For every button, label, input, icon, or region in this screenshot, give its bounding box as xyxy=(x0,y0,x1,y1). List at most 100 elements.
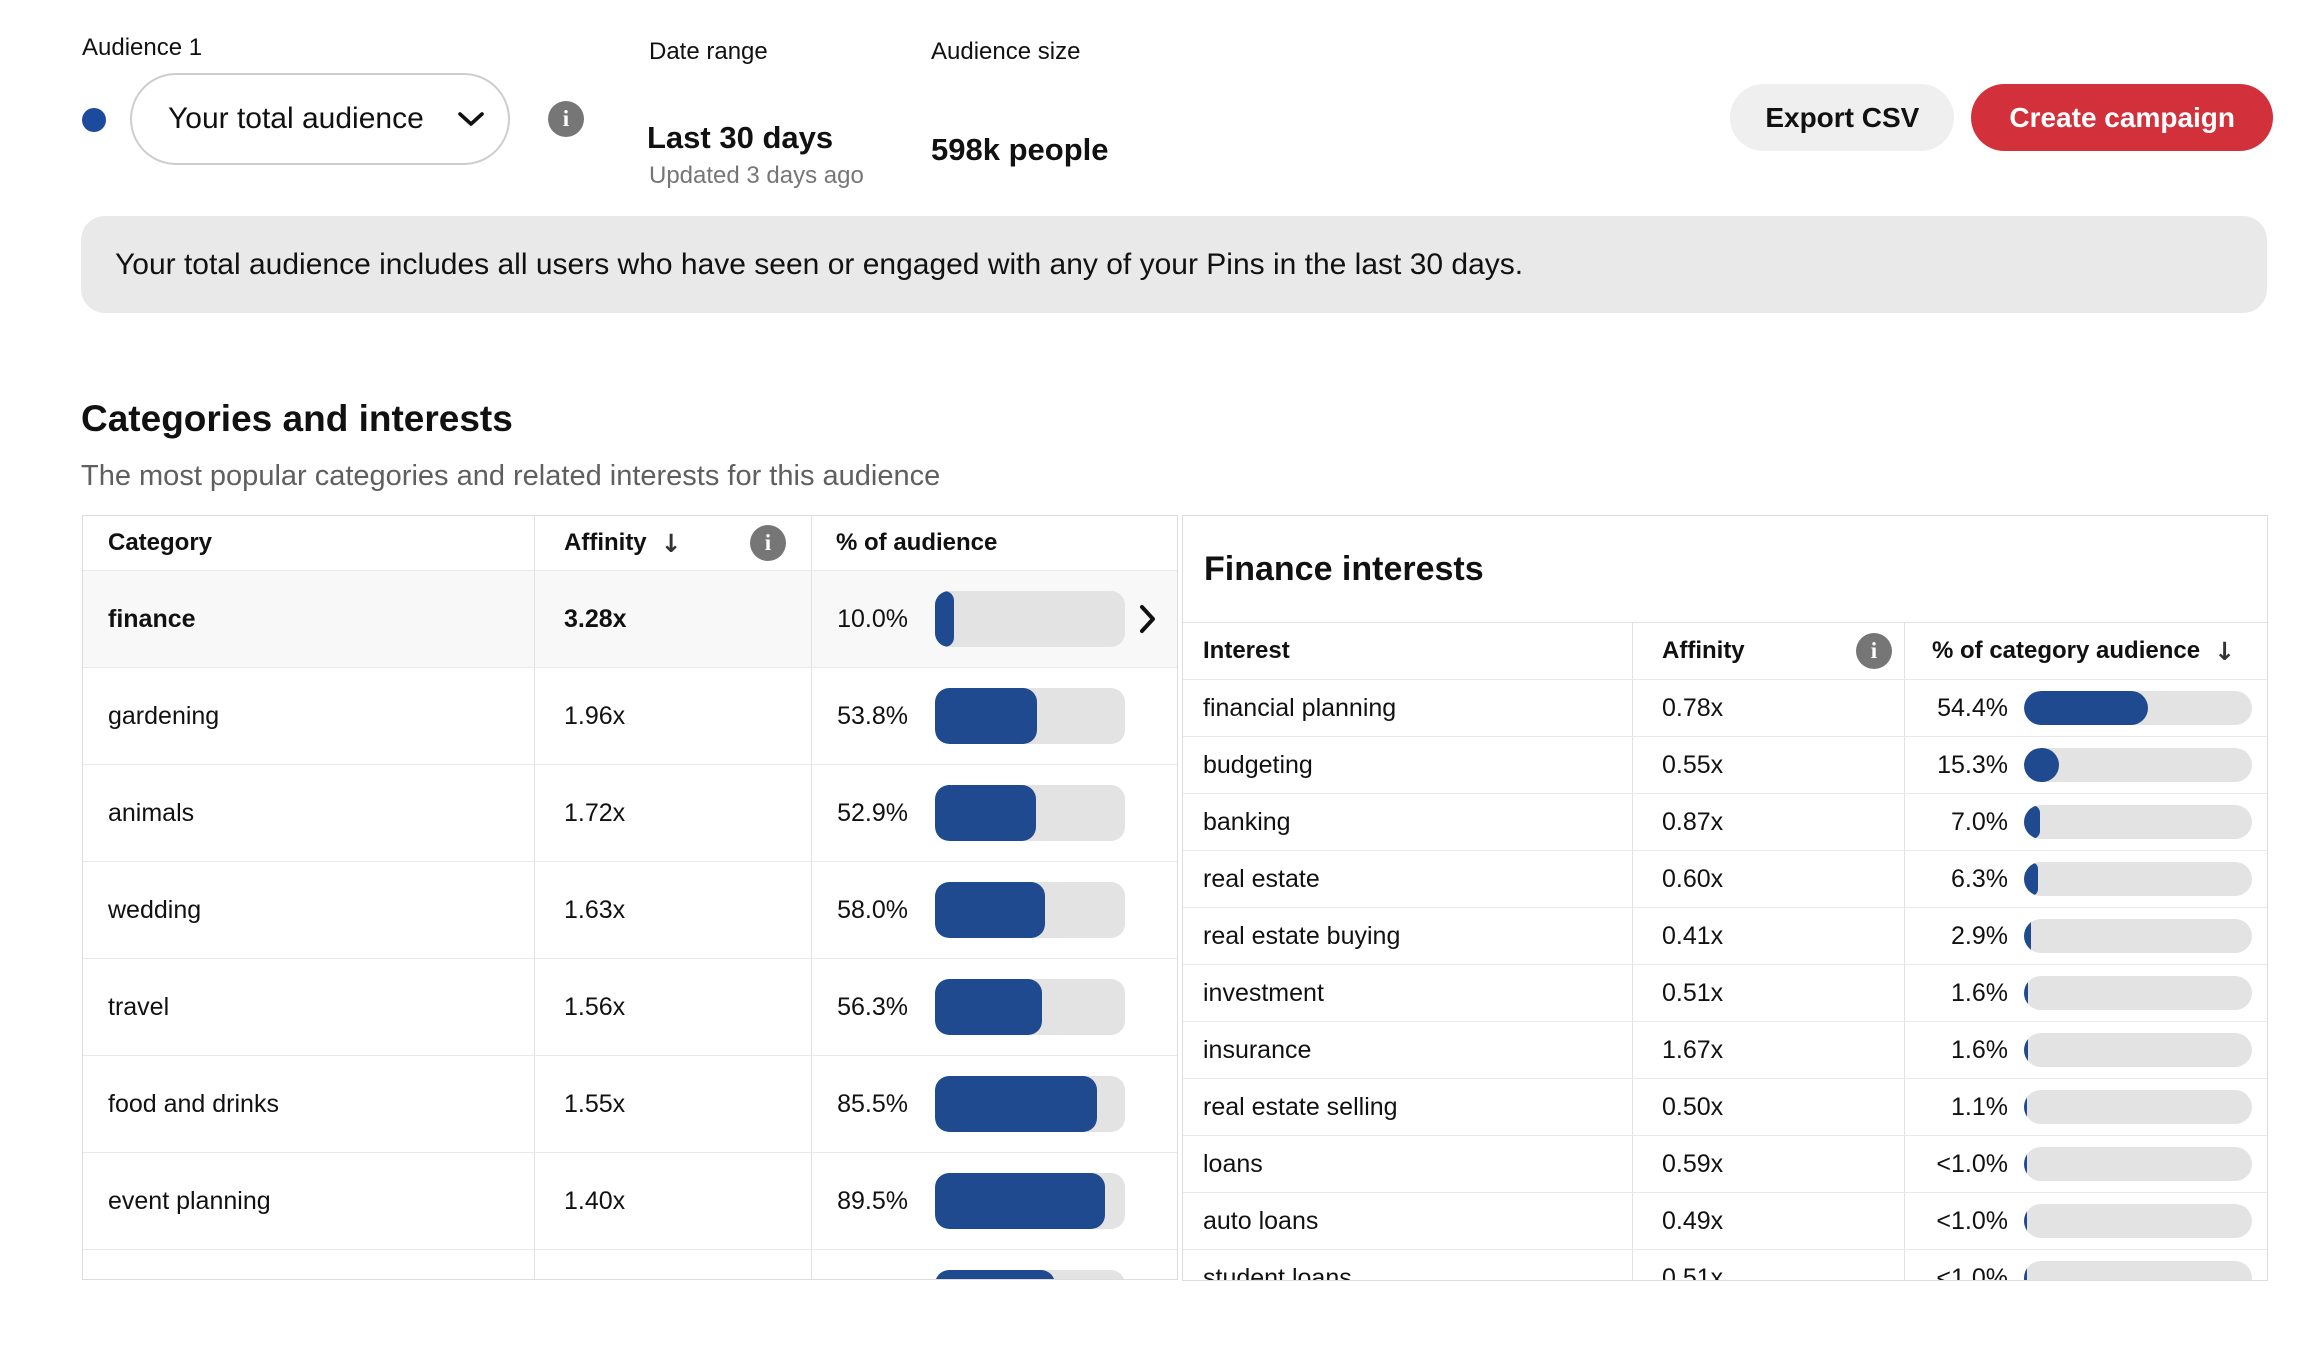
interest-row[interactable]: auto loans 0.49x <1.0% xyxy=(1183,1192,2267,1249)
category-name: finance xyxy=(108,605,196,634)
category-audience-bar-fill xyxy=(2024,1204,2027,1238)
interest-affinity-info-icon[interactable]: i xyxy=(1856,633,1892,669)
audience-bar-fill xyxy=(935,1076,1097,1132)
category-name: food and drinks xyxy=(108,1090,279,1119)
category-audience-percent: 52.9% xyxy=(836,799,908,828)
audience-bar-track xyxy=(935,1270,1125,1280)
audience-bar-fill xyxy=(935,979,1042,1035)
column-header-audience-percent-label: % of audience xyxy=(836,529,997,557)
category-audience-percent: 89.5% xyxy=(836,1187,908,1216)
audience-bar-fill xyxy=(935,1270,1055,1280)
create-campaign-button[interactable]: Create campaign xyxy=(1971,84,2273,151)
chevron-right-icon xyxy=(1138,603,1158,635)
column-header-interest-affinity: Affinity i xyxy=(1632,623,1904,679)
category-affinity-value: 1.56x xyxy=(564,993,625,1022)
interest-row[interactable]: financial planning 0.78x 54.4% xyxy=(1183,679,2267,736)
column-header-affinity[interactable]: Affinity ↓ i xyxy=(534,516,811,570)
interest-row[interactable]: budgeting 0.55x 15.3% xyxy=(1183,736,2267,793)
interest-row[interactable]: real estate 0.60x 6.3% xyxy=(1183,850,2267,907)
banner-text: Your total audience includes all users w… xyxy=(115,248,1523,282)
info-glyph: i xyxy=(765,530,771,556)
interest-row[interactable]: loans 0.59x <1.0% xyxy=(1183,1135,2267,1192)
category-name: gardening xyxy=(108,702,219,731)
interest-row[interactable]: real estate selling 0.50x 1.1% xyxy=(1183,1078,2267,1135)
category-audience-bar-fill xyxy=(2024,805,2040,839)
interest-affinity-value: 1.67x xyxy=(1662,1036,1723,1065)
interest-affinity-value: 0.59x xyxy=(1662,1150,1723,1179)
category-audience-bar-fill xyxy=(2024,1147,2027,1181)
category-audience-bar-track xyxy=(2024,1204,2252,1238)
category-row[interactable] xyxy=(83,1249,1177,1280)
category-name: animals xyxy=(108,799,194,828)
interest-name: real estate selling xyxy=(1203,1093,1398,1122)
column-header-interest-label: Interest xyxy=(1203,637,1290,665)
audience-description-banner: Your total audience includes all users w… xyxy=(81,216,2267,313)
interest-row[interactable]: real estate buying 0.41x 2.9% xyxy=(1183,907,2267,964)
interest-affinity-value: 0.55x xyxy=(1662,751,1723,780)
column-header-interest-affinity-label: Affinity xyxy=(1662,637,1745,665)
category-audience-bar-track xyxy=(2024,1033,2252,1067)
interest-row[interactable]: banking 0.87x 7.0% xyxy=(1183,793,2267,850)
audience-bar-track xyxy=(935,1173,1125,1229)
category-name: travel xyxy=(108,993,169,1022)
finance-interests-title-row: Finance interests xyxy=(1183,516,2267,623)
affinity-info-icon[interactable]: i xyxy=(750,525,786,561)
column-header-category-audience[interactable]: % of category audience ↓ xyxy=(1904,623,2267,679)
category-row[interactable]: finance 3.28x 10.0% xyxy=(83,570,1177,667)
interest-row[interactable]: investment 0.51x 1.6% xyxy=(1183,964,2267,1021)
interests-table-body: financial planning 0.78x 54.4% budgeting… xyxy=(1183,679,2267,1281)
category-audience-percent: 53.8% xyxy=(836,702,908,731)
date-range-label: Date range xyxy=(649,38,768,66)
category-audience-bar-track xyxy=(2024,691,2252,725)
category-row[interactable]: food and drinks 1.55x 85.5% xyxy=(83,1055,1177,1152)
interest-name: real estate xyxy=(1203,865,1320,894)
category-row[interactable]: travel 1.56x 56.3% xyxy=(83,958,1177,1055)
category-affinity-value: 1.72x xyxy=(564,799,625,828)
interest-row[interactable]: student loans 0.51x <1.0% xyxy=(1183,1249,2267,1281)
finance-interests-panel: Finance interests Interest Affinity i % … xyxy=(1182,515,2268,1281)
category-row[interactable]: wedding 1.63x 58.0% xyxy=(83,861,1177,958)
category-audience-bar-track xyxy=(2024,862,2252,896)
category-audience-bar-fill xyxy=(2024,748,2059,782)
date-range-updated: Updated 3 days ago xyxy=(649,162,864,190)
audience-color-dot xyxy=(82,108,106,132)
interest-audience-percent: 15.3% xyxy=(1932,751,2008,780)
column-header-category: Category xyxy=(83,516,534,570)
category-row[interactable]: gardening 1.96x 53.8% xyxy=(83,667,1177,764)
category-affinity-value: 1.63x xyxy=(564,896,625,925)
category-row[interactable]: event planning 1.40x 89.5% xyxy=(83,1152,1177,1249)
audience-bar-track xyxy=(935,1076,1125,1132)
interest-name: banking xyxy=(1203,808,1291,837)
category-audience-bar-track xyxy=(2024,1261,2252,1281)
audience-size-label: Audience size xyxy=(931,38,1080,66)
categories-table-body: finance 3.28x 10.0% gardening 1.96x 53.8… xyxy=(83,570,1177,1280)
audience-label: Audience 1 xyxy=(82,34,202,62)
category-audience-bar-fill xyxy=(2024,1090,2027,1124)
sort-descending-icon: ↓ xyxy=(2214,637,2235,666)
audience-bar-track xyxy=(935,785,1125,841)
section-title: Categories and interests xyxy=(81,398,513,440)
interest-audience-percent: <1.0% xyxy=(1932,1264,2008,1282)
category-audience-bar-fill xyxy=(2024,862,2038,896)
category-audience-bar-track xyxy=(2024,1147,2252,1181)
column-header-interest: Interest xyxy=(1183,623,1632,679)
category-affinity-value: 1.96x xyxy=(564,702,625,731)
category-name: wedding xyxy=(108,896,201,925)
interest-audience-percent: <1.0% xyxy=(1932,1150,2008,1179)
category-audience-bar-track xyxy=(2024,919,2252,953)
interest-audience-percent: 7.0% xyxy=(1932,808,2008,837)
audience-info-icon[interactable]: i xyxy=(548,101,584,137)
audience-bar-track xyxy=(935,688,1125,744)
category-audience-bar-track xyxy=(2024,805,2252,839)
interest-name: budgeting xyxy=(1203,751,1313,780)
info-glyph: i xyxy=(1871,638,1877,664)
audience-selector-dropdown[interactable]: Your total audience xyxy=(130,73,510,165)
interest-name: auto loans xyxy=(1203,1207,1318,1236)
interest-row[interactable]: insurance 1.67x 1.6% xyxy=(1183,1021,2267,1078)
export-csv-button[interactable]: Export CSV xyxy=(1730,84,1954,151)
audience-size-value: 598k people xyxy=(931,132,1108,168)
category-audience-percent: 56.3% xyxy=(836,993,908,1022)
category-row[interactable]: animals 1.72x 52.9% xyxy=(83,764,1177,861)
interest-affinity-value: 0.87x xyxy=(1662,808,1723,837)
interest-audience-percent: 1.6% xyxy=(1932,979,2008,1008)
